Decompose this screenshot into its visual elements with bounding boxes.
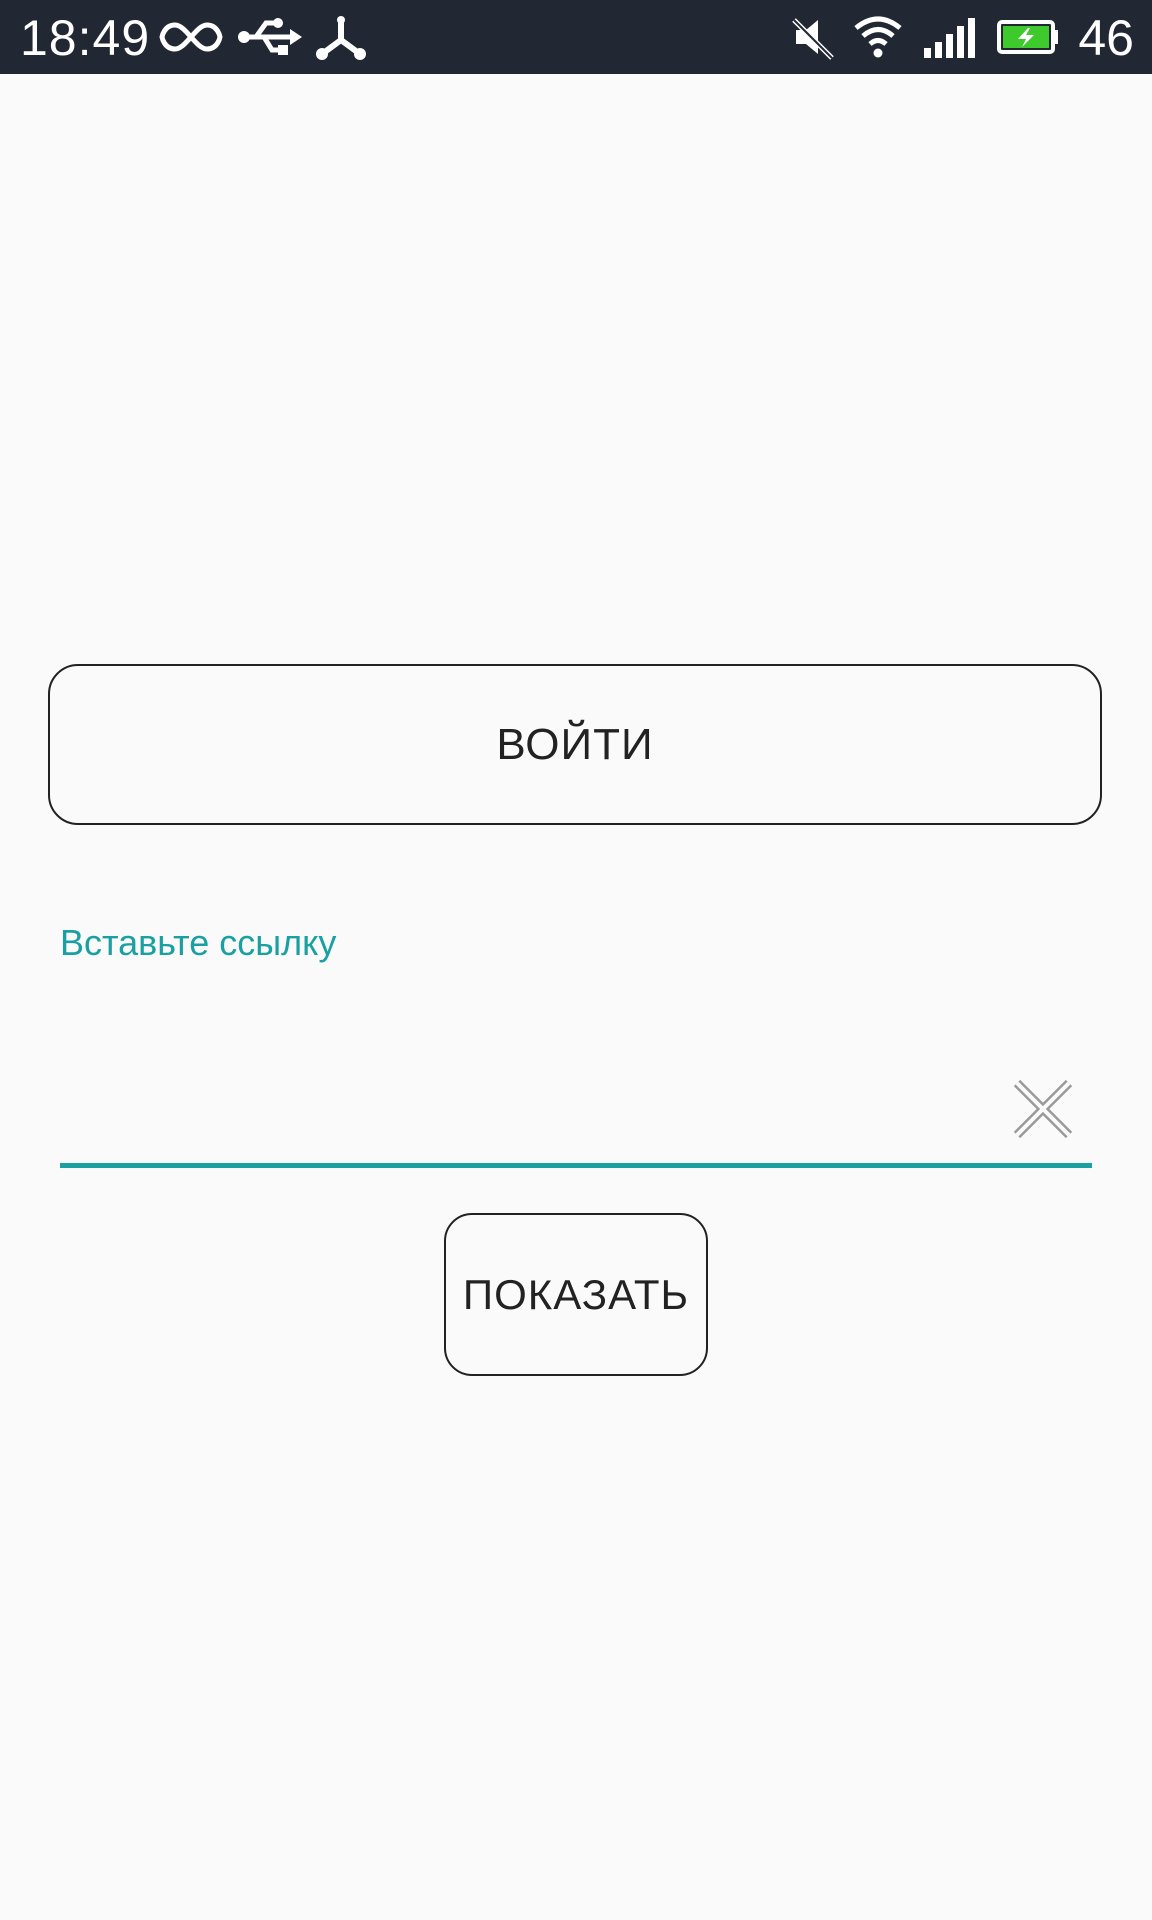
battery-charging-icon <box>997 20 1058 54</box>
mute-icon <box>792 18 834 60</box>
signal-icon <box>924 18 975 58</box>
url-field-label: Вставьте ссылку <box>60 922 337 963</box>
battery-percent: 46 <box>1078 10 1134 66</box>
usb-icon <box>238 18 302 55</box>
main-content: ВОЙТИ Вставьте ссылку ПОКАЗАТЬ <box>0 74 1152 1920</box>
status-bar: 18:49 46 <box>0 0 1152 74</box>
close-icon <box>1013 1079 1073 1139</box>
url-input-underline <box>60 1163 1092 1168</box>
clear-button[interactable] <box>1008 1074 1078 1144</box>
wifi-icon <box>854 16 902 58</box>
url-input[interactable] <box>60 994 1024 1076</box>
login-button[interactable]: ВОЙТИ <box>48 664 1102 825</box>
share-icon <box>316 16 366 60</box>
show-button[interactable]: ПОКАЗАТЬ <box>444 1213 708 1376</box>
status-time: 18:49 <box>20 10 151 66</box>
infinity-icon <box>159 22 223 52</box>
